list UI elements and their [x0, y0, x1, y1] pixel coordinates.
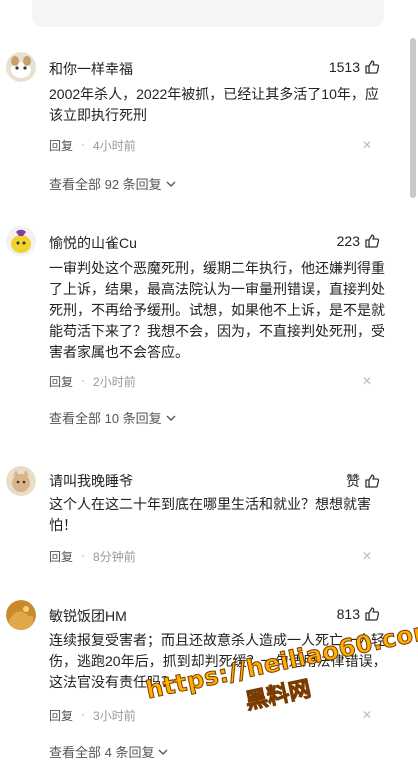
like-count: 1513 [328, 59, 360, 75]
separator-dot: · [81, 137, 86, 151]
comment-text: 一审判处这个恶魔死刑，缓期二年执行，他还嫌判得重了上诉，结果，最高法院认为一审量… [49, 260, 385, 360]
close-icon[interactable]: ✕ [362, 549, 372, 563]
view-all-replies[interactable]: 查看全部 4 条回复 [49, 742, 168, 761]
comment-meta: 回复 · 3小时前 [49, 707, 136, 724]
reply-button[interactable]: 回复 [49, 137, 73, 154]
separator-dot: · [81, 373, 86, 387]
like-button[interactable]: 223 [337, 233, 380, 249]
like-button[interactable]: 赞 [346, 471, 380, 491]
like-button[interactable]: 1513 [329, 59, 380, 75]
separator-dot: · [81, 707, 86, 721]
thumbs-up-icon [365, 234, 380, 248]
view-all-replies-label: 查看全部 4 条回复 [49, 745, 155, 760]
avatar[interactable] [6, 52, 36, 82]
reply-button[interactable]: 回复 [49, 707, 73, 724]
avatar[interactable] [6, 600, 36, 630]
reply-button[interactable]: 回复 [49, 373, 73, 390]
thumbs-up-icon [365, 60, 380, 74]
comment-meta: 回复 · 2小时前 [49, 373, 136, 390]
reply-button[interactable]: 回复 [49, 548, 73, 565]
view-all-replies[interactable]: 查看全部 10 条回复 [49, 408, 176, 427]
comment-time: 8分钟前 [93, 550, 136, 564]
comment-meta: 回复 · 8分钟前 [49, 548, 136, 565]
commenter-name[interactable]: 敏锐饭团HM [49, 606, 127, 626]
comment-time: 3小时前 [93, 709, 136, 723]
comment-time: 4小时前 [93, 139, 136, 153]
comment-meta: 回复 · 4小时前 [49, 137, 136, 154]
previous-card [32, 0, 384, 27]
like-count: 223 [336, 233, 360, 249]
commenter-name[interactable]: 和你一样幸福 [49, 59, 133, 79]
avatar[interactable] [6, 226, 36, 256]
like-count: 赞 [346, 473, 360, 489]
close-icon[interactable]: ✕ [362, 138, 372, 152]
avatar[interactable] [6, 466, 36, 496]
view-all-replies[interactable]: 查看全部 92 条回复 [49, 174, 176, 193]
thumbs-up-icon [365, 474, 380, 488]
scrollbar[interactable] [410, 38, 416, 198]
separator-dot: · [81, 548, 86, 562]
comment-text: 2002年杀人，2022年被抓，已经让其多活了10年，应该立即执行死刑 [49, 86, 379, 123]
like-count: 813 [336, 606, 360, 622]
close-icon[interactable]: ✕ [362, 374, 372, 388]
view-all-replies-label: 查看全部 92 条回复 [49, 177, 162, 192]
comment-text: 这个人在这二十年到底在哪里生活和就业？想想就害怕！ [49, 496, 371, 533]
commenter-name[interactable]: 愉悦的山雀Cu [49, 233, 137, 253]
thumbs-up-icon [365, 607, 380, 621]
chevron-down-icon [166, 181, 176, 187]
chevron-down-icon [166, 415, 176, 421]
commenter-name[interactable]: 请叫我晚睡爷 [49, 471, 133, 491]
comment-time: 2小时前 [93, 375, 136, 389]
like-button[interactable]: 813 [337, 606, 380, 622]
view-all-replies-label: 查看全部 10 条回复 [49, 411, 162, 426]
